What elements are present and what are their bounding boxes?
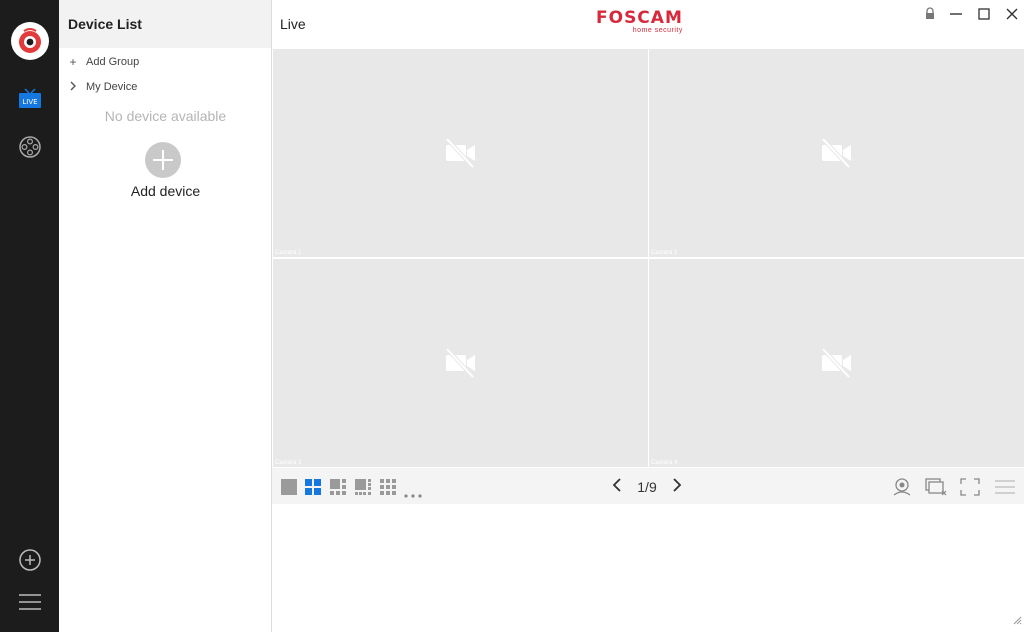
live-icon[interactable]: LIVE — [17, 86, 43, 112]
camera-cell[interactable]: Camera 1 — [273, 49, 648, 257]
app-logo-icon[interactable] — [11, 22, 49, 60]
add-group-button[interactable]: + Add Group — [68, 55, 139, 69]
my-device-label: My Device — [86, 81, 138, 93]
left-rail: LIVE — [0, 0, 59, 632]
layout-8-split-icon[interactable] — [355, 479, 371, 500]
empty-state-text: No device available — [104, 108, 227, 124]
app-window: LIVE Device List + Add Group My Device N… — [0, 0, 1024, 632]
camera-grid: Camera 1 Camera 2 Camera 3 Camera 4 — [272, 48, 1024, 468]
page-navigator: 1/9 — [612, 477, 682, 498]
more-layouts-icon[interactable] — [404, 485, 422, 503]
minimize-icon[interactable] — [949, 7, 963, 21]
camera-label: Camera 3 — [275, 460, 302, 466]
list-menu-icon[interactable] — [994, 479, 1016, 500]
view-toolbar: 1/9 — [272, 468, 1024, 504]
add-group-label: Add Group — [86, 56, 140, 68]
camera-cell[interactable]: Camera 4 — [649, 259, 1024, 467]
camera-cell[interactable]: Camera 3 — [273, 259, 648, 467]
top-bar: Live FOSCAM home security — [272, 0, 1024, 48]
close-icon[interactable] — [1005, 7, 1019, 21]
resize-grip-icon[interactable] — [1012, 612, 1022, 630]
close-all-windows-icon[interactable] — [924, 477, 948, 502]
camera-off-icon — [445, 347, 475, 379]
camera-label: Camera 1 — [275, 250, 302, 256]
maximize-icon[interactable] — [977, 7, 991, 21]
device-list-panel: Device List + Add Group My Device No dev… — [59, 0, 272, 632]
brand-logo: FOSCAM home security — [596, 10, 683, 35]
plus-icon: + — [69, 55, 77, 69]
webcam-icon[interactable] — [891, 477, 913, 502]
layout-4-split-icon[interactable] — [305, 479, 321, 500]
camera-cell[interactable]: Camera 2 — [649, 49, 1024, 257]
brand-name: FOSCAM — [596, 8, 683, 28]
add-device-icon[interactable] — [145, 142, 181, 178]
camera-label: Camera 4 — [651, 460, 678, 466]
menu-icon[interactable] — [17, 591, 43, 613]
layout-1-split-icon[interactable] — [281, 479, 297, 500]
brand-tagline: home security — [632, 27, 683, 34]
playback-icon[interactable] — [17, 134, 43, 160]
camera-off-icon — [445, 137, 475, 169]
lock-icon[interactable] — [923, 7, 937, 21]
camera-off-icon — [821, 347, 851, 379]
layout-6-split-icon[interactable] — [330, 479, 346, 500]
page-title: Live — [280, 16, 306, 32]
main-area: Live FOSCAM home security Camera 1 Camer… — [272, 0, 1024, 632]
chevron-right-icon[interactable] — [672, 477, 682, 498]
add-icon[interactable] — [17, 547, 43, 573]
layout-9-split-icon[interactable] — [380, 479, 396, 500]
camera-off-icon — [821, 137, 851, 169]
page-indicator: 1/9 — [637, 479, 657, 495]
my-device-group[interactable]: My Device — [68, 80, 137, 94]
device-list-title: Device List — [59, 0, 271, 48]
add-device-button[interactable]: Add device — [59, 183, 272, 199]
fullscreen-icon[interactable] — [960, 478, 980, 501]
camera-label: Camera 2 — [651, 250, 678, 256]
chevron-right-icon — [68, 80, 78, 94]
chevron-left-icon[interactable] — [612, 477, 622, 498]
live-badge-text: LIVE — [22, 98, 37, 106]
